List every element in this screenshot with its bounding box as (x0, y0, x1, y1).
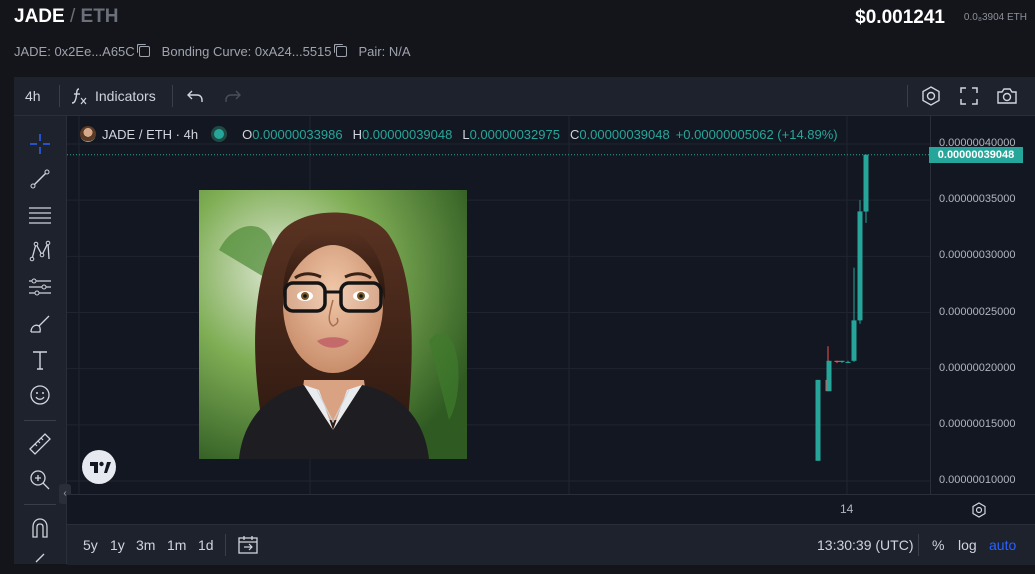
price-tick-label: 0.00000020000 (939, 361, 1016, 374)
crosshair-icon[interactable] (28, 132, 52, 156)
candle-body (863, 154, 869, 212)
toolbar-divider (907, 85, 908, 107)
bonding-curve-address: Bonding Curve: 0xA24...5515 (162, 44, 347, 59)
last-price-tag: 0.00000039048 (929, 146, 1023, 163)
undo-icon[interactable] (186, 87, 204, 105)
settings-icon[interactable] (920, 85, 942, 107)
copy-icon[interactable] (335, 46, 347, 57)
series-legend: JADE / ETH · 4h O 0.00000033986 H 0.000000… (80, 126, 838, 142)
candle-body (857, 211, 863, 321)
axis-settings-icon[interactable] (970, 501, 988, 519)
price-axis[interactable]: 0.00000040000 0.00000035000 0.00000030000 0… (929, 116, 1035, 523)
time-tick-label: 14 (840, 502, 854, 516)
copy-icon[interactable] (138, 46, 150, 57)
candlestick-chart[interactable] (67, 116, 930, 523)
horizontal-lines-icon[interactable] (28, 203, 52, 227)
emoji-icon[interactable] (28, 383, 52, 407)
lock-drawing-icon[interactable] (28, 550, 52, 564)
utc-clock[interactable]: 13:30:39 (UTC) (817, 525, 913, 565)
chart-bottom-toolbar: 5y 1y 3m 1m 1d 13:30:39 (UTC) % log auto (67, 524, 1035, 565)
legend-high-value: 0.00000039048 (361, 126, 453, 142)
legend-open-key: O (242, 126, 253, 142)
candle-body (851, 320, 857, 361)
legend-high-key: H (352, 126, 362, 142)
pattern-icon[interactable] (28, 239, 52, 263)
toolbar-divider (59, 85, 60, 107)
price-tick-label: 0.00000030000 (939, 249, 1016, 262)
range-5y-button[interactable]: 5y (83, 525, 98, 565)
toolbar-divider (918, 534, 919, 556)
legend-change: +0.00000005062 (+14.89%) (675, 126, 838, 142)
toolbar-divider (225, 534, 226, 556)
price-usd: $0.001241 (855, 7, 945, 28)
zoom-in-icon[interactable] (28, 468, 52, 492)
range-1d-button[interactable]: 1d (198, 525, 214, 565)
market-status-dot (214, 129, 225, 139)
tradingview-logo[interactable] (82, 450, 116, 484)
quote-symbol: ETH (80, 6, 119, 27)
token-title: JADE / ETH (14, 6, 119, 28)
range-1m-button[interactable]: 1m (167, 525, 186, 565)
trend-line-icon[interactable] (28, 167, 52, 191)
log-scale-toggle[interactable]: log (958, 525, 977, 565)
magnet-icon[interactable] (28, 516, 52, 540)
plot-area[interactable] (67, 116, 930, 523)
candle-body (845, 361, 851, 363)
candle-body (826, 360, 832, 392)
toolbar-divider (24, 504, 56, 505)
candle-body (839, 360, 845, 362)
camera-icon[interactable] (995, 85, 1019, 107)
go-to-date-icon[interactable] (237, 534, 259, 556)
token-address: JADE: 0x2Ee...A65C (14, 44, 150, 59)
legend-close-key: C (569, 126, 580, 142)
price-tick-label: 0.00000015000 (939, 417, 1016, 430)
token-meta-row: JADE: 0x2Ee...A65C Bonding Curve: 0xA24.… (14, 44, 411, 59)
function-icon (71, 88, 87, 105)
candle-body (815, 379, 821, 461)
text-icon[interactable] (28, 348, 52, 372)
range-3m-button[interactable]: 3m (136, 525, 155, 565)
candle-body (834, 360, 840, 362)
token-avatar (80, 126, 96, 142)
ruler-icon[interactable] (28, 432, 52, 456)
price-eth: 0.0₈3904 ETH (963, 12, 1027, 23)
token-symbol: JADE (14, 6, 65, 27)
forecast-icon[interactable] (28, 275, 52, 299)
fullscreen-icon[interactable] (959, 86, 979, 106)
pair-separator: / (69, 6, 76, 27)
legend-low-key: L (462, 126, 470, 142)
auto-scale-toggle[interactable]: auto (989, 525, 1016, 565)
interval-button[interactable]: 4h (25, 77, 41, 115)
legend-close-value: 0.00000039048 (579, 126, 670, 142)
range-1y-button[interactable]: 1y (110, 525, 125, 565)
chart-top-toolbar: 4h Indicators (14, 77, 1035, 116)
price-tick-label: 0.00000025000 (939, 305, 1016, 318)
legend-title: JADE / ETH · 4h (102, 126, 199, 142)
time-axis[interactable]: 14 (67, 494, 1035, 524)
indicators-button[interactable]: Indicators (70, 77, 156, 115)
price-tick-label: 0.00000035000 (939, 193, 1016, 206)
percent-scale-toggle[interactable]: % (932, 525, 944, 565)
toolbar-divider (24, 420, 56, 421)
legend-low-value: 0.00000032975 (469, 126, 560, 142)
indicators-label: Indicators (95, 88, 156, 104)
toolbar-divider (172, 85, 173, 107)
brush-icon[interactable] (28, 312, 52, 336)
redo-icon[interactable] (224, 87, 242, 105)
legend-open-value: 0.00000033986 (252, 126, 343, 142)
token-image (199, 190, 467, 459)
portrait-illustration (199, 190, 467, 459)
price-tick-label: 0.00000010000 (939, 474, 1016, 486)
pair-info: Pair: N/A (358, 44, 411, 59)
tradingview-logo-icon (90, 461, 111, 473)
